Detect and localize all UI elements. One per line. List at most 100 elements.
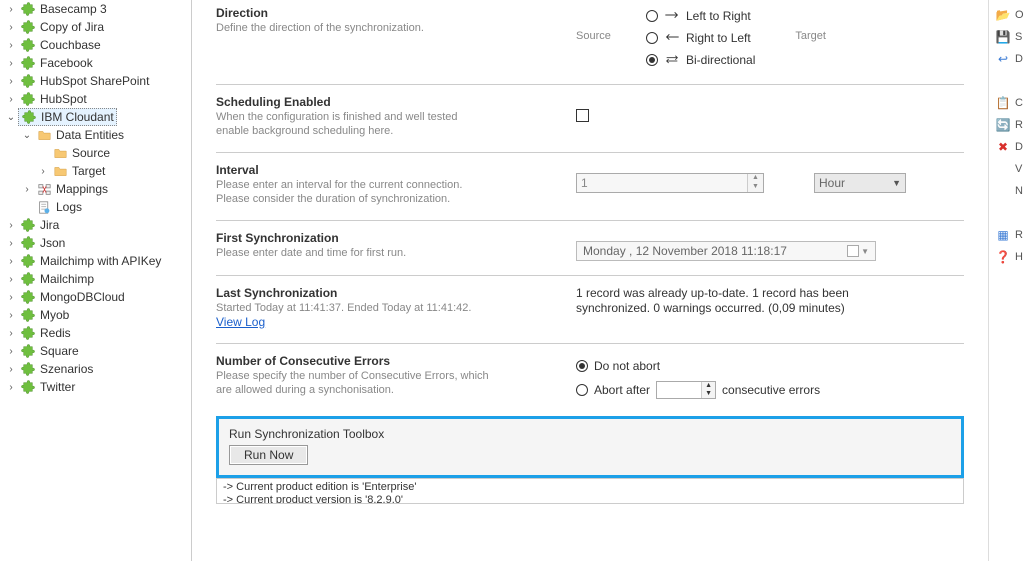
tree-caret-icon[interactable]: › (4, 238, 18, 249)
delete-icon[interactable]: ✖D (989, 136, 1024, 158)
tree-item[interactable]: ›Mailchimp (0, 270, 191, 288)
puzzle-piece-icon (20, 235, 36, 251)
tree-item[interactable]: ›Redis (0, 324, 191, 342)
tree-item[interactable]: ›Couchbase (0, 36, 191, 54)
puzzle-piece-icon (20, 37, 36, 53)
tree-caret-icon[interactable]: ⌄ (20, 130, 34, 141)
radio-lr-icon (646, 10, 658, 22)
tree-caret-icon[interactable]: › (4, 40, 18, 51)
tree-caret-icon[interactable]: › (4, 274, 18, 285)
tree-item[interactable]: Source (0, 144, 191, 162)
spacer2 (989, 202, 1024, 224)
tree-caret-icon[interactable]: › (4, 382, 18, 393)
tree-caret-icon[interactable]: › (4, 76, 18, 87)
puzzle-piece-icon (20, 379, 36, 395)
tree-item[interactable]: ›Copy of Jira (0, 18, 191, 36)
run-now-button[interactable]: Run Now (229, 445, 308, 465)
tree-item[interactable]: ›Jira (0, 216, 191, 234)
toolbar-item-letter: R (1015, 229, 1023, 241)
tree-caret-icon[interactable]: › (4, 58, 18, 69)
tree-caret-icon[interactable]: › (4, 292, 18, 303)
errors-count-spinner[interactable]: ▲▼ (656, 381, 716, 399)
errors-option-abort[interactable]: Abort after ▲▼ consecutive errors (576, 380, 820, 400)
tree-caret-icon[interactable]: › (4, 22, 18, 33)
tree-item-label: Data Entities (56, 128, 124, 142)
firstsync-desc: Please enter date and time for first run… (216, 246, 576, 260)
undo-icon[interactable]: ↩D (989, 48, 1024, 70)
tree-item[interactable]: ›MongoDBCloud (0, 288, 191, 306)
tree-caret-icon[interactable]: › (4, 94, 18, 105)
tree-caret-icon[interactable]: › (4, 4, 18, 15)
direction-option-rl[interactable]: Right to Left (646, 28, 755, 48)
open-icon[interactable]: 📂O (989, 4, 1024, 26)
view-icon[interactable]: V (989, 158, 1024, 180)
tree-caret-icon[interactable]: › (4, 310, 18, 321)
tree-caret-icon[interactable]: ⌄ (4, 112, 18, 123)
tree-item[interactable]: › Szenarios (0, 360, 191, 378)
firstsync-datefield[interactable]: Monday , 12 November 2018 11:18:17 ▼ (576, 241, 876, 261)
help-icon[interactable]: ❓H (989, 246, 1024, 268)
puzzle-piece-icon (20, 1, 36, 17)
tree-item[interactable]: ›Twitter (0, 378, 191, 396)
toolbar-item-letter: R (1015, 119, 1023, 131)
spinner-buttons-icon[interactable]: ▲▼ (701, 382, 715, 398)
tree-item[interactable]: › HubSpot SharePoint (0, 72, 191, 90)
undo-icon-glyph: ↩ (995, 52, 1011, 66)
tree-caret-icon[interactable]: › (4, 220, 18, 231)
errors-option-noabort[interactable]: Do not abort (576, 356, 660, 376)
direction-section: Direction Define the direction of the sy… (216, 0, 964, 84)
save-icon[interactable]: 💾S (989, 26, 1024, 48)
radio-noabort-icon (576, 360, 588, 372)
main-panel: Direction Define the direction of the sy… (192, 0, 988, 561)
tree-item[interactable]: › Mappings (0, 180, 191, 198)
firstsync-value: Monday , 12 November 2018 11:18:17 (583, 244, 787, 258)
interval-spinner[interactable]: ▲▼ (576, 173, 764, 193)
tree-item[interactable]: ›Target (0, 162, 191, 180)
errors-title: Number of Consecutive Errors (216, 354, 576, 368)
direction-bi-label: Bi-directional (686, 53, 755, 67)
tree-item[interactable]: ›Myob (0, 306, 191, 324)
interval-value-input[interactable] (577, 176, 747, 190)
tree-caret-icon[interactable]: › (4, 346, 18, 357)
direction-target-label: Target (755, 6, 825, 70)
tree-item[interactable]: ›Facebook (0, 54, 191, 72)
tree-item-label: Szenarios (40, 362, 93, 376)
tree-caret-icon[interactable]: › (4, 328, 18, 339)
arrow-left-icon (664, 31, 680, 46)
direction-option-bi[interactable]: Bi-directional (646, 50, 755, 70)
tree-caret-icon[interactable]: › (4, 364, 18, 375)
scheduling-checkbox[interactable] (576, 109, 589, 122)
tree-caret-icon[interactable]: › (36, 166, 50, 177)
tree-item[interactable]: ⌄ Data Entities (0, 126, 191, 144)
tree-item[interactable]: ›Mailchimp with APIKey (0, 252, 191, 270)
errors-abort-suffix: consecutive errors (722, 383, 820, 397)
copy-icon[interactable]: 📋C (989, 92, 1024, 114)
tree-item-label: HubSpot SharePoint (40, 74, 149, 88)
direction-source-label: Source (576, 6, 646, 70)
tree-item-label: Square (40, 344, 79, 358)
direction-option-lr[interactable]: Left to Right (646, 6, 755, 26)
tree-caret-icon[interactable]: › (20, 184, 34, 195)
tree-caret-icon[interactable]: › (4, 256, 18, 267)
tree-item[interactable]: Logs (0, 198, 191, 216)
errors-count-input[interactable] (657, 382, 701, 398)
interval-unit-combo[interactable]: Hour ▼ (814, 173, 906, 193)
log-line-1: -> Current product edition is 'Enterpris… (223, 481, 957, 494)
arrow-right-icon (664, 9, 680, 24)
lastsync-viewlog-link[interactable]: View Log (216, 315, 576, 329)
new-icon[interactable]: N (989, 180, 1024, 202)
tree-item[interactable]: ›Basecamp 3 (0, 0, 191, 18)
report-icon[interactable]: ▦R (989, 224, 1024, 246)
tree-item[interactable]: ›HubSpot (0, 90, 191, 108)
tree-item-label: Mappings (56, 182, 108, 196)
puzzle-piece-icon (20, 217, 36, 233)
arrow-bi-icon (664, 53, 680, 68)
refresh-icon[interactable]: 🔄R (989, 114, 1024, 136)
interval-title: Interval (216, 163, 576, 177)
tree-item[interactable]: ⌄IBM Cloudant (0, 108, 191, 126)
tree-item[interactable]: ›Json (0, 234, 191, 252)
tree-item[interactable]: › Square (0, 342, 191, 360)
interval-desc2: Please consider the duration of synchron… (216, 192, 576, 206)
scheduling-desc2: enable background scheduling here. (216, 124, 576, 138)
spinner-buttons-icon[interactable]: ▲▼ (747, 174, 763, 192)
